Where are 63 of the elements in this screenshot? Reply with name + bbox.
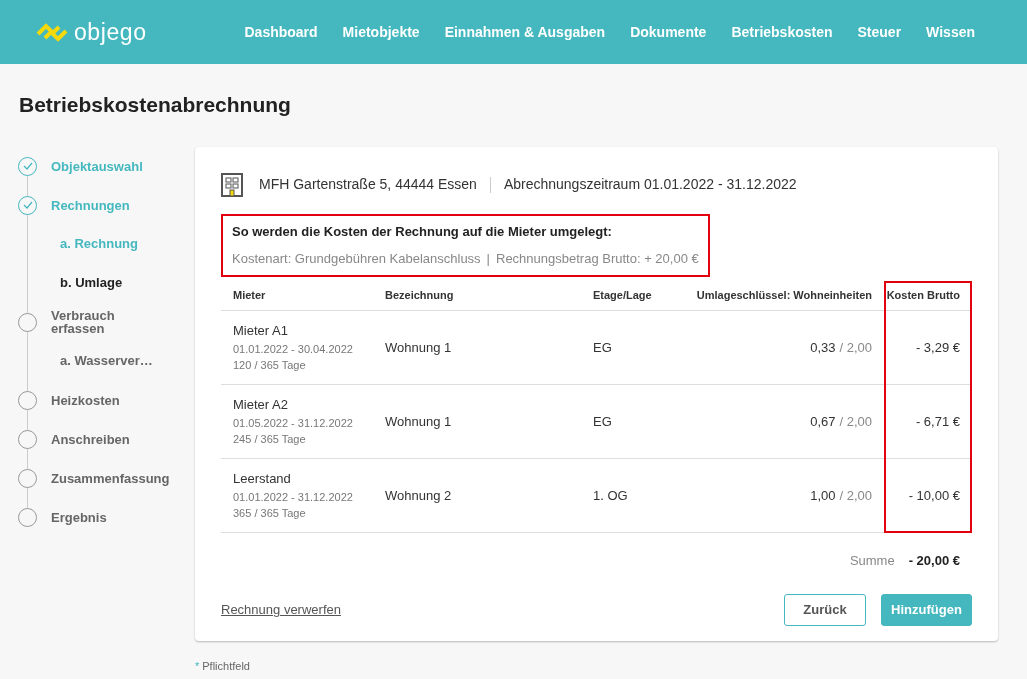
share-total: / 2,00: [839, 412, 872, 431]
column-header: Mieter: [221, 280, 373, 311]
tenancy-dates: 01.05.2022 - 31.12.2022: [233, 415, 354, 431]
summary-heading: So werden die Kosten der Rechnung auf die Mieter umgelegt:: [232, 222, 613, 241]
required-note: Pflichtfeld: [202, 658, 250, 674]
sum-value: - 20,00 €: [908, 552, 960, 570]
tenancy-days: 120 / 365 Tage: [233, 357, 373, 374]
substep-label[interactable]: a. Wasserver…: [60, 351, 153, 371]
column-header: Kosten Brutto: [884, 280, 972, 311]
table-cell: EG: [593, 413, 612, 429]
column-header: Bezeichnung: [373, 280, 581, 311]
step-label[interactable]: Heizkosten: [51, 393, 120, 407]
share-value: 0,67: [810, 412, 836, 431]
table-cell: 1. OG: [593, 487, 628, 503]
page-title: Betriebskostenabrechnung: [19, 92, 292, 118]
column-header: Umlageschlüssel: Wohneinheiten: [681, 280, 884, 311]
invoice-amount: Rechnungsbetrag Brutto: + 20,00 €: [496, 250, 699, 268]
substep-label[interactable]: a. Rechnung: [60, 234, 138, 254]
cost-value: - 6,71 €: [915, 413, 960, 429]
cost-value: - 10,00 €: [908, 487, 960, 503]
share-value: 1,00: [810, 486, 836, 505]
cost-type: Kostenart: Grundgebühren Kabelanschluss: [232, 250, 481, 268]
step-label[interactable]: Zusammenfassung: [51, 471, 170, 485]
share-total: / 2,00: [839, 486, 872, 505]
brand-name[interactable]: objego: [74, 14, 147, 50]
step-label[interactable]: Objektauswahl: [51, 159, 143, 173]
logo-icon: [36, 22, 68, 42]
table-cell: Wohnung 1: [385, 339, 452, 355]
nav-link[interactable]: Dashboard: [244, 21, 318, 43]
tenancy-dates: 01.01.2022 - 31.12.2022: [233, 489, 354, 505]
tenancy-days: 365 / 365 Tage: [233, 505, 373, 522]
column-header: Etage/Lage: [581, 280, 681, 311]
back-button[interactable]: Zurück: [784, 593, 866, 626]
step-label[interactable]: Anschreiben: [51, 432, 130, 446]
step-label[interactable]: Verbrauch erfassen: [51, 309, 115, 335]
nav-link[interactable]: Steuer: [857, 21, 902, 43]
table-cell: Wohnung 2: [385, 487, 452, 503]
substep-label[interactable]: b. Umlage: [60, 273, 123, 293]
nav-link[interactable]: Einnahmen & Ausgaben: [444, 21, 606, 43]
billing-period: Abrechnungszeitraum 01.01.2022 - 31.12.2022: [503, 175, 797, 194]
cost-value: - 3,29 €: [915, 339, 960, 355]
table-cell: EG: [593, 339, 612, 355]
share-total: / 2,00: [839, 338, 872, 357]
nav-link[interactable]: Dokumente: [630, 21, 707, 43]
required-asterisk: *: [195, 658, 200, 674]
tenant-name: Mieter A2: [233, 396, 289, 415]
property-address: MFH Gartenstraße 5, 44444 Essen: [259, 175, 477, 194]
discard-invoice-link[interactable]: Rechnung verwerfen: [221, 599, 341, 620]
step-label[interactable]: Ergebnis: [51, 510, 107, 524]
table-cell: Wohnung 1: [385, 413, 452, 429]
tenancy-days: 245 / 365 Tage: [233, 431, 373, 448]
step-label[interactable]: Rechnungen: [51, 198, 130, 212]
tenancy-dates: 01.01.2022 - 30.04.2022: [233, 341, 354, 357]
nav-link[interactable]: Wissen: [926, 21, 975, 43]
separator: |: [486, 250, 490, 268]
nav-link[interactable]: Mietobjekte: [342, 21, 420, 43]
tenant-name: Mieter A1: [233, 322, 289, 341]
share-value: 0,33: [810, 338, 836, 357]
sum-label: Summe: [849, 552, 895, 570]
building-icon: [221, 172, 243, 197]
nav-link[interactable]: Betriebskosten: [731, 21, 833, 43]
tenant-name: Leerstand: [233, 470, 292, 489]
add-button[interactable]: Hinzufügen: [881, 593, 972, 626]
